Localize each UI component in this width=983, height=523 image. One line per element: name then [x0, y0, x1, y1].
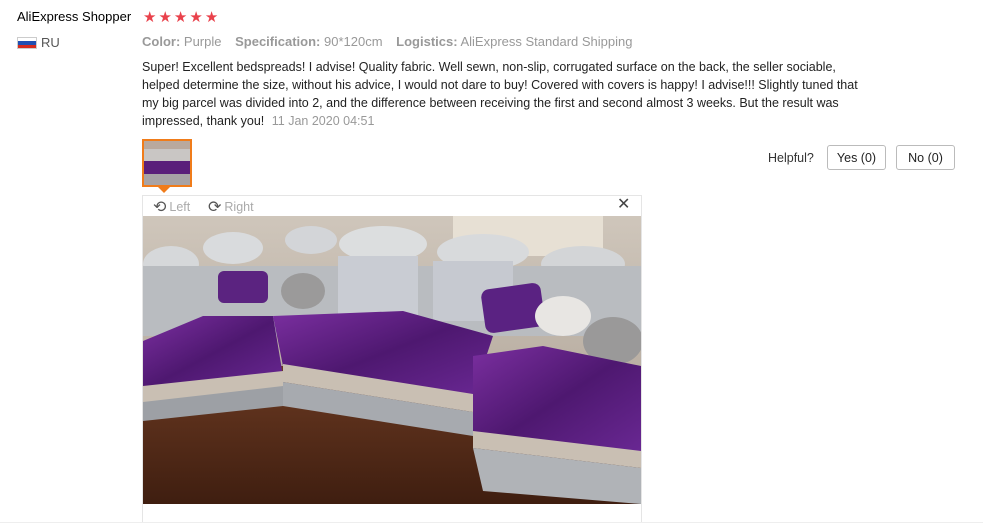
- review-body: Super! Excellent bedspreads! I advise! Q…: [142, 58, 867, 130]
- star-icon: ★: [158, 9, 173, 26]
- order-specs: Color: Purple Specification: 90*120cm Lo…: [142, 34, 642, 49]
- star-icon: ★: [143, 9, 158, 26]
- star-icon: ★: [189, 9, 204, 26]
- rating-stars: ★★★★★: [143, 8, 220, 26]
- review-photo: [143, 216, 641, 504]
- reviewer-country: RU: [41, 35, 60, 50]
- russia-flag-icon: [17, 37, 37, 49]
- reviewer-name: AliExpress Shopper: [17, 9, 132, 24]
- color-value: Purple: [183, 34, 222, 49]
- logistics-value: AliExpress Standard Shipping: [460, 34, 633, 49]
- review-date: 11 Jan 2020 04:51: [271, 114, 375, 128]
- helpful-label: Helpful?: [768, 151, 814, 165]
- rotate-right-button[interactable]: ⟳ Right: [208, 197, 254, 217]
- rotate-right-label: Right: [224, 200, 254, 214]
- specification-value: 90*120cm: [323, 34, 383, 49]
- thumbnail-pointer: [158, 187, 170, 193]
- thumbnail-image: [144, 141, 190, 185]
- color-label: Color:: [142, 34, 181, 49]
- review-text: Super! Excellent bedspreads! I advise! Q…: [142, 60, 858, 128]
- helpful-no-button[interactable]: No (0): [896, 145, 955, 170]
- logistics-label: Logistics:: [396, 34, 458, 49]
- specification-label: Specification:: [235, 34, 321, 49]
- close-icon[interactable]: ✕: [617, 197, 630, 213]
- helpful-yes-button[interactable]: Yes (0): [827, 145, 886, 170]
- rotate-right-icon: ⟳: [208, 199, 222, 216]
- review-photo-thumbnail[interactable]: [142, 139, 192, 187]
- rotate-left-icon: ⟲: [153, 199, 167, 216]
- star-icon: ★: [204, 9, 220, 26]
- sofa-photo: [143, 216, 641, 504]
- rotate-left-label: Left: [169, 200, 191, 214]
- star-icon: ★: [173, 9, 189, 26]
- rotate-left-button[interactable]: ⟲ Left: [153, 197, 190, 217]
